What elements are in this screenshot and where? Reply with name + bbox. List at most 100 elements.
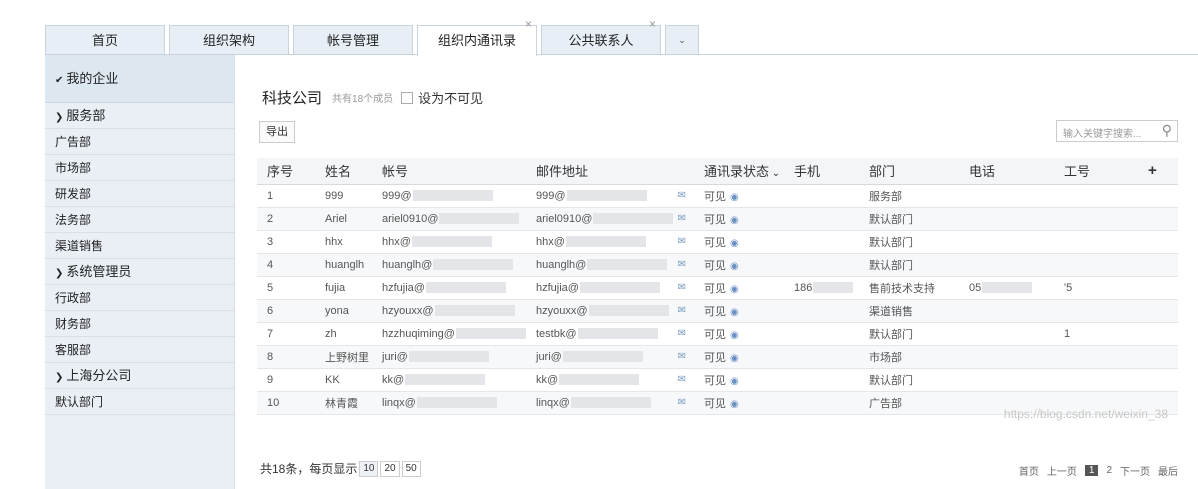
- pager-link[interactable]: 1: [1084, 465, 1099, 476]
- sidebar-item[interactable]: 默认部门: [45, 389, 234, 415]
- table-row[interactable]: 4 huanglh huanglh@ huanglh@ ✉ 可见 ◉ 默认部门: [257, 253, 1178, 277]
- close-icon[interactable]: ×: [525, 18, 532, 30]
- cell-email: huanglh@ ✉: [526, 253, 694, 277]
- sidebar-item[interactable]: 客服部: [45, 337, 234, 363]
- tab-menu-dropdown[interactable]: ⌄: [665, 25, 699, 54]
- sidebar-item[interactable]: 财务部: [45, 311, 234, 337]
- cell-dept: 默认部门: [859, 230, 959, 254]
- export-button[interactable]: 导出: [259, 121, 295, 143]
- sidebar-item-label: 研发部: [55, 187, 92, 201]
- page-size-option[interactable]: 10: [359, 461, 379, 477]
- eye-icon[interactable]: ◉: [730, 353, 739, 364]
- sidebar-item[interactable]: 法务部: [45, 207, 234, 233]
- sidebar-item[interactable]: 广告部: [45, 129, 234, 155]
- cell-account: hzfujia@: [372, 276, 526, 300]
- table-row[interactable]: 3 hhx hhx@ hhx@ ✉ 可见 ◉ 默认部门: [257, 230, 1178, 254]
- cell-text: 999@: [382, 189, 412, 202]
- mail-icon[interactable]: ✉: [678, 259, 686, 270]
- cell-email: juri@ ✉: [526, 345, 694, 369]
- search-input[interactable]: 输入关键字搜索... ⚲: [1056, 120, 1178, 142]
- tab-2[interactable]: 帐号管理: [293, 25, 413, 54]
- close-icon[interactable]: ×: [649, 18, 656, 30]
- table-row[interactable]: 7 zh hzzhuqiming@ testbk@ ✉ 可见 ◉ 默认部门 1: [257, 322, 1178, 346]
- cell-text: Ariel: [325, 212, 348, 225]
- sidebar-item[interactable]: 市场部: [45, 155, 234, 181]
- sidebar-item[interactable]: 渠道销售: [45, 233, 234, 259]
- tab-1[interactable]: 组织架构: [169, 25, 289, 54]
- cell-dept: 默认部门: [859, 322, 959, 346]
- eye-icon[interactable]: ◉: [730, 376, 739, 387]
- page-size-footer: 共18条，每页显示 10 20 50: [260, 460, 421, 477]
- column-header: 邮件地址: [526, 158, 694, 185]
- search-icon[interactable]: ⚲: [1162, 122, 1172, 139]
- page-size-option[interactable]: 50: [401, 461, 421, 477]
- table-row[interactable]: 8 上野树里 juri@ juri@ ✉ 可见 ◉ 市场部: [257, 345, 1178, 369]
- mail-icon[interactable]: ✉: [678, 282, 686, 293]
- cell-text: 可见: [704, 236, 726, 249]
- cell-text: linqx@: [382, 396, 416, 409]
- cell-mobile: [784, 230, 859, 254]
- cell-text: hzfujia@: [536, 281, 579, 294]
- eye-icon[interactable]: ◉: [730, 330, 739, 341]
- cell-name: 999: [315, 184, 372, 208]
- cell-name: Ariel: [315, 207, 372, 231]
- sidebar-item[interactable]: ❯ 系统管理员: [45, 259, 234, 285]
- invisible-checkbox[interactable]: [401, 91, 414, 104]
- cell-email: linqx@ ✉: [526, 391, 694, 415]
- cell-empty: [1138, 253, 1178, 277]
- mail-icon[interactable]: ✉: [678, 374, 686, 385]
- mail-icon[interactable]: ✉: [678, 351, 686, 362]
- sidebar-header[interactable]: ✔ 我的企业: [45, 55, 234, 103]
- table-row[interactable]: 6 yona hzyouxx@ hzyouxx@ ✉ 可见 ◉ 渠道销售: [257, 299, 1178, 323]
- mail-icon[interactable]: ✉: [678, 236, 686, 247]
- mail-icon[interactable]: ✉: [678, 190, 686, 201]
- eye-icon[interactable]: ◉: [730, 307, 739, 318]
- column-header[interactable]: 通讯录状态 ⌄: [694, 158, 784, 185]
- tab-4[interactable]: 公共联系人 ×: [541, 18, 661, 54]
- eye-icon[interactable]: ◉: [730, 399, 739, 410]
- sidebar-item[interactable]: ❯ 服务部: [45, 103, 234, 129]
- cell-no: 10: [257, 391, 315, 415]
- add-column-button[interactable]: +: [1138, 158, 1178, 185]
- mail-icon[interactable]: ✉: [678, 328, 686, 339]
- cell-mobile: [784, 299, 859, 323]
- pager-link[interactable]: 最后: [1158, 463, 1178, 478]
- sidebar-item[interactable]: ❯ 上海分公司: [45, 363, 234, 389]
- mail-icon[interactable]: ✉: [678, 213, 686, 224]
- tab-0[interactable]: 首页: [45, 25, 165, 54]
- cell-account: huanglh@: [372, 253, 526, 277]
- mail-icon[interactable]: ✉: [678, 397, 686, 408]
- mail-icon[interactable]: ✉: [678, 305, 686, 316]
- sidebar-item[interactable]: 研发部: [45, 181, 234, 207]
- tab-3[interactable]: 组织内通讯录 ×: [417, 18, 537, 56]
- cell-text: 可见: [704, 190, 726, 203]
- cell-status: 可见 ◉: [694, 184, 784, 208]
- pager-link[interactable]: 上一页: [1047, 463, 1077, 478]
- cell-text: 默认部门: [869, 259, 913, 272]
- cell-name: yona: [315, 299, 372, 323]
- cell-no: 4: [257, 253, 315, 277]
- table-row[interactable]: 9 KK kk@ kk@ ✉ 可见 ◉ 默认部门: [257, 368, 1178, 392]
- table-row[interactable]: 2 Ariel ariel0910@ ariel0910@ ✉ 可见 ◉ 默认部门: [257, 207, 1178, 231]
- cell-empno: [1054, 184, 1138, 208]
- cell-name: fujia: [315, 276, 372, 300]
- sidebar-item[interactable]: 行政部: [45, 285, 234, 311]
- pager-link[interactable]: 首页: [1019, 463, 1039, 478]
- table-row[interactable]: 1 999 999@ 999@ ✉ 可见 ◉ 服务部: [257, 184, 1178, 208]
- cell-status: 可见 ◉: [694, 391, 784, 415]
- eye-icon[interactable]: ◉: [730, 238, 739, 249]
- pager-link[interactable]: 下一页: [1120, 463, 1150, 478]
- page-size-option[interactable]: 20: [380, 461, 400, 477]
- pager-link[interactable]: 2: [1106, 465, 1112, 476]
- eye-icon[interactable]: ◉: [730, 215, 739, 226]
- column-header-label: +: [1148, 162, 1157, 180]
- cell-empty: [1138, 276, 1178, 300]
- cell-name: 林青霞: [315, 391, 372, 415]
- cell-dept: 渠道销售: [859, 299, 959, 323]
- cell-dept: 默认部门: [859, 207, 959, 231]
- table-row[interactable]: 5 fujia hzfujia@ hzfujia@ ✉ 可见 ◉ 186 售前技术支持 05 '5: [257, 276, 1178, 300]
- redacted-block: [439, 213, 520, 225]
- eye-icon[interactable]: ◉: [730, 284, 739, 295]
- eye-icon[interactable]: ◉: [730, 192, 739, 203]
- eye-icon[interactable]: ◉: [730, 261, 739, 272]
